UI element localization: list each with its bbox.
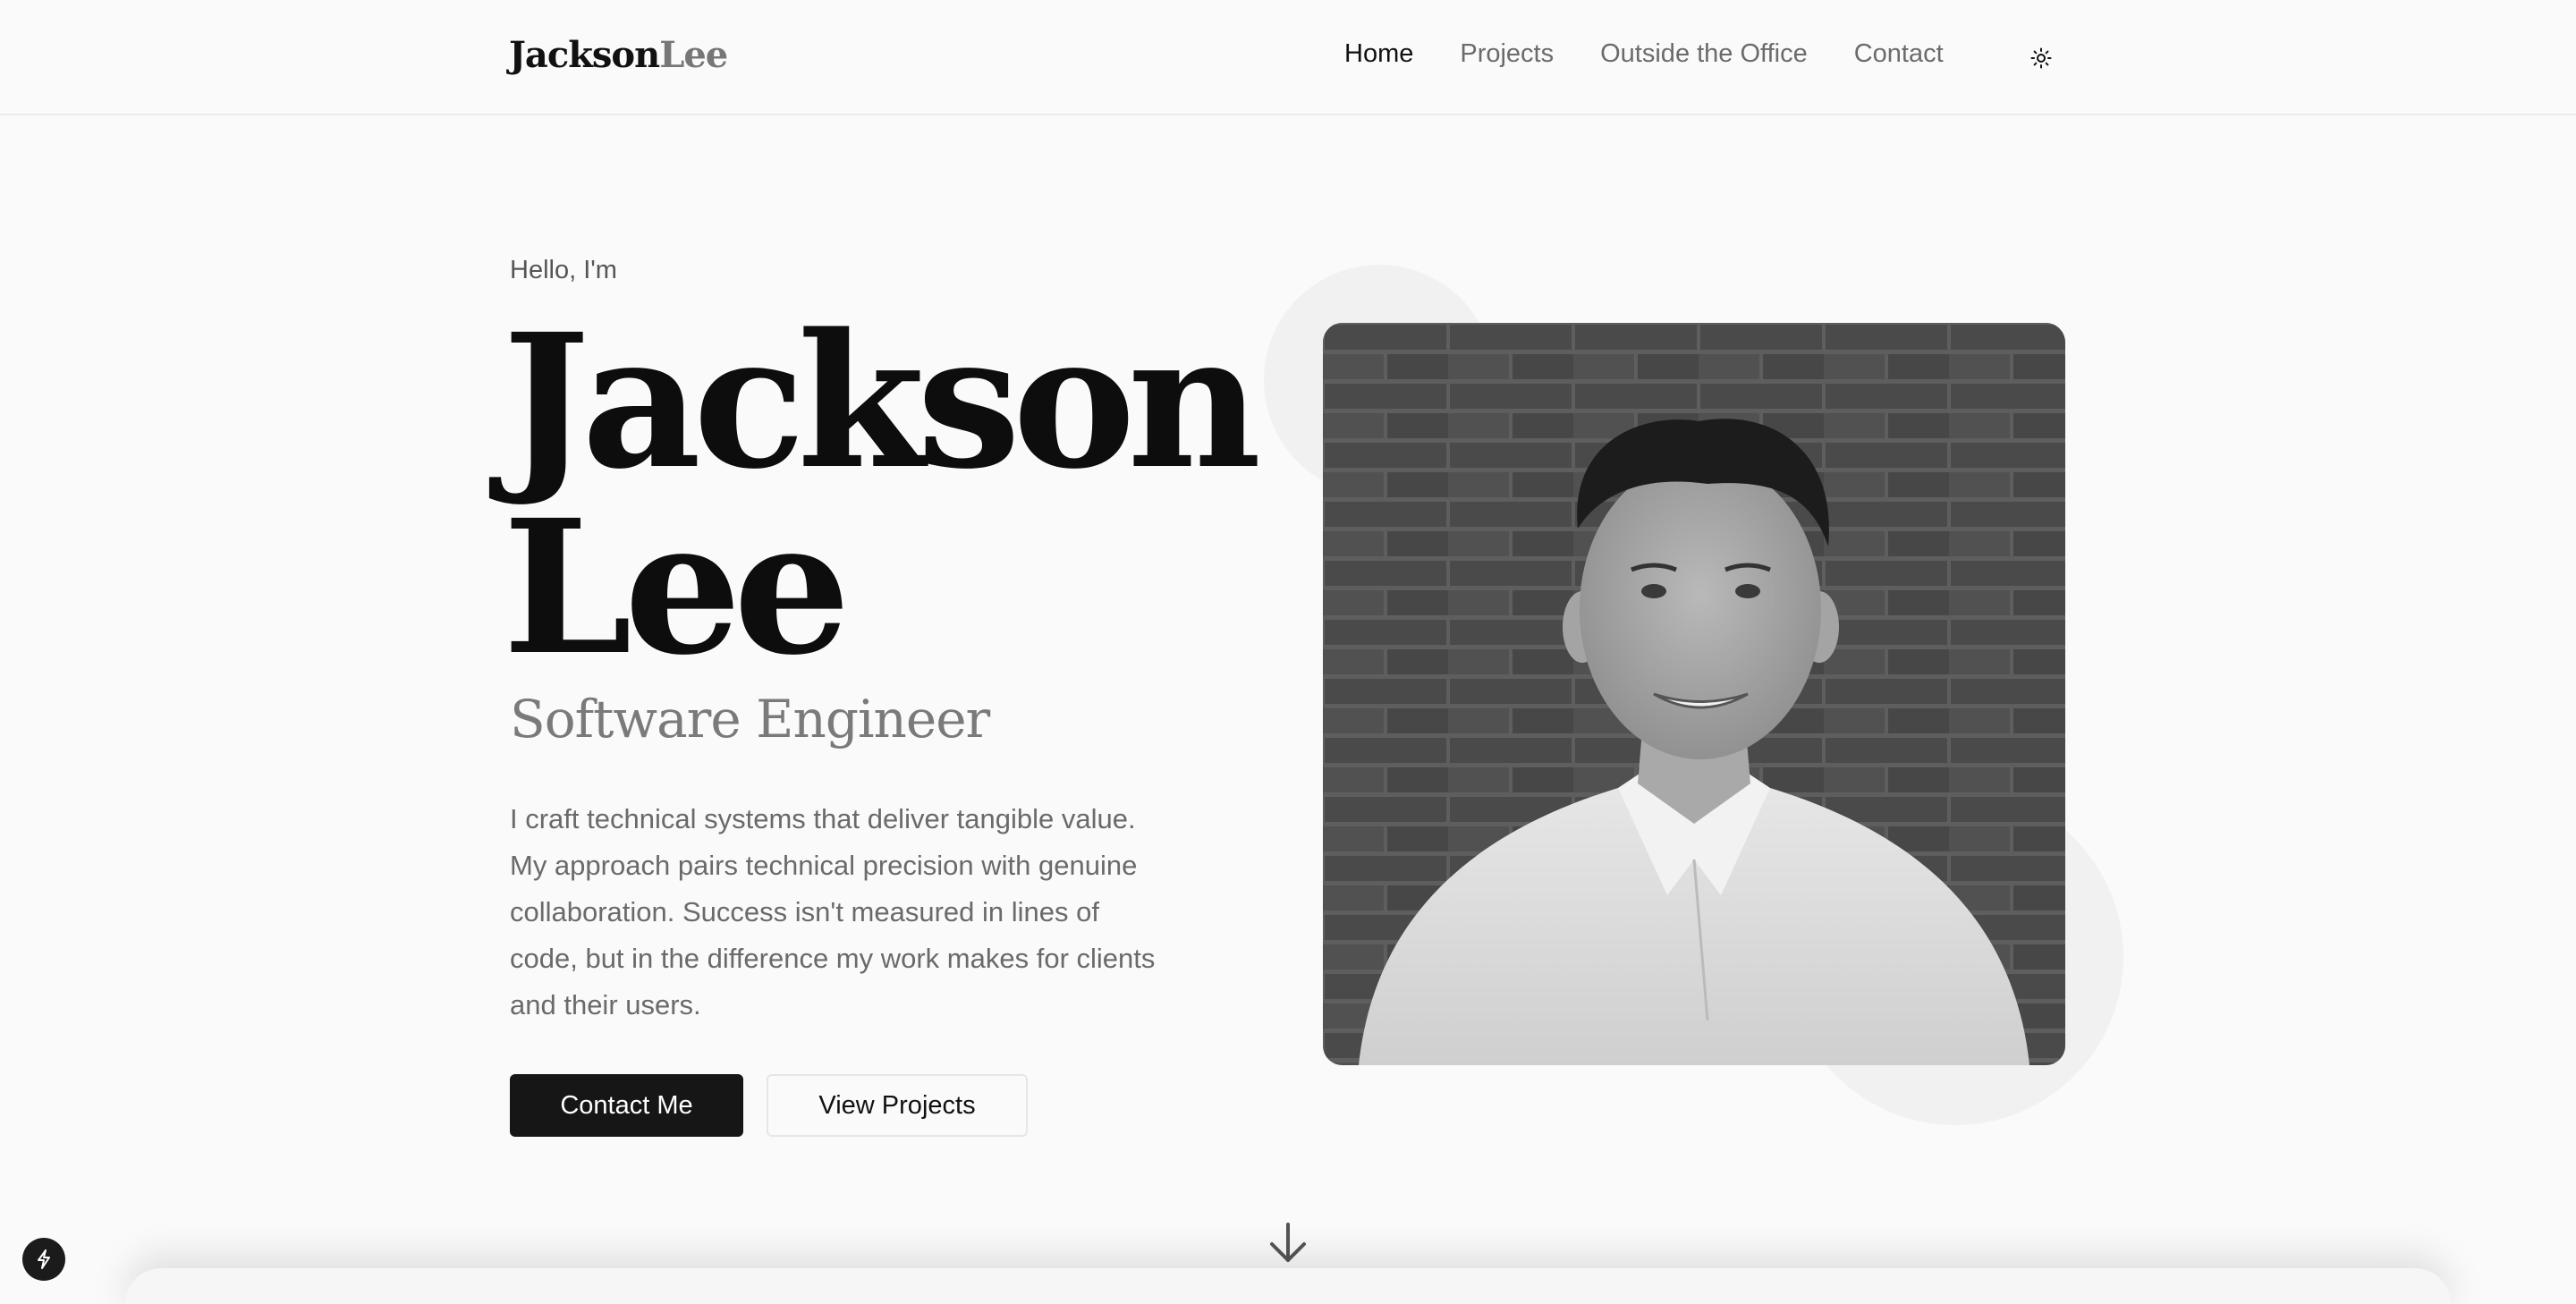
nav-contact[interactable]: Contact (1854, 39, 1944, 69)
hero-name-first: Jackson (503, 293, 1261, 510)
nav-projects[interactable]: Projects (1460, 39, 1554, 69)
main-nav: Home Projects Outside the Office Contact (1344, 39, 1990, 69)
contact-me-button[interactable]: Contact Me (510, 1074, 743, 1137)
profile-photo (1323, 323, 2065, 1065)
site-header: JacksonLee Home Projects Outside the Off… (0, 0, 2576, 115)
nav-outside-the-office[interactable]: Outside the Office (1600, 39, 1808, 69)
site-logo[interactable]: JacksonLee (509, 34, 728, 76)
next-section-edge (125, 1268, 2451, 1304)
hero-name: Jackson Lee (503, 293, 1261, 696)
theme-toggle-button[interactable] (2026, 43, 2056, 73)
nav-home[interactable]: Home (1344, 39, 1413, 69)
dev-tools-badge[interactable] (22, 1238, 65, 1281)
page: JacksonLee Home Projects Outside the Off… (0, 0, 2576, 1304)
sun-icon (2030, 47, 2052, 69)
hero-bio: I craft technical systems that deliver t… (510, 803, 1156, 1020)
hero-greeting: Hello, I'm (510, 256, 617, 284)
arrow-down-icon (1270, 1223, 1306, 1262)
lightning-icon (38, 1249, 50, 1269)
logo-last-name: Lee (659, 34, 728, 76)
logo-first-name: Jackson (509, 34, 660, 76)
hero-role: Software Engineer (510, 689, 990, 749)
view-projects-button[interactable]: View Projects (767, 1074, 1028, 1137)
scroll-down-button[interactable] (1267, 1221, 1309, 1266)
hero-name-last: Lee (503, 479, 851, 696)
